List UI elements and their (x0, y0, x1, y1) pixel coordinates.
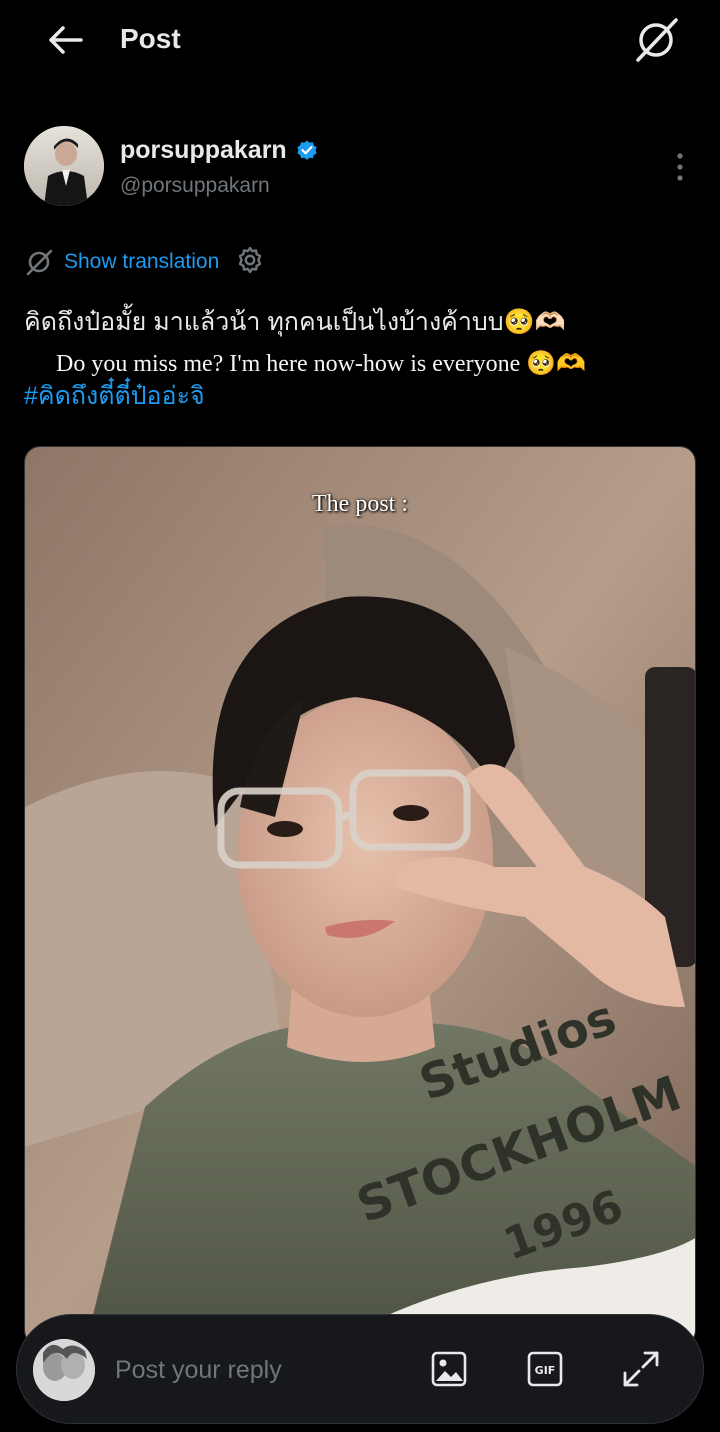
arrow-left-icon (49, 26, 83, 54)
grok-icon (636, 18, 678, 62)
verified-badge-icon (297, 140, 317, 160)
add-image-button[interactable] (427, 1347, 471, 1391)
overlay-subtitle: Do you miss me? I'm here now-how is ever… (56, 351, 586, 377)
translation-settings-button[interactable] (235, 245, 265, 280)
author-handle[interactable]: @porsuppakarn (120, 171, 270, 201)
expand-reply-button[interactable] (619, 1347, 663, 1391)
back-button[interactable] (40, 18, 90, 62)
page-title: Post (120, 23, 181, 54)
top-bar: Post (0, 0, 720, 80)
gif-icon: GIF (527, 1351, 563, 1387)
author-name[interactable]: porsuppakarn (120, 134, 287, 166)
post-text: คิดถึงป๋อมั้ย มาแล้วน้า ทุกคนเป็นไงบ้างค… (24, 308, 566, 336)
reply-input[interactable] (113, 1349, 407, 1391)
selfie-photo: Studios STOCKHOLM 1996 (25, 447, 695, 1345)
gif-label: GIF (535, 1364, 556, 1377)
grok-button[interactable] (630, 14, 682, 66)
show-translation-link[interactable]: Show translation (64, 250, 219, 274)
image-icon (431, 1351, 467, 1387)
hashtag-link[interactable]: #คิดถึงตี๋ตี๋ป๋ออ่ะจิ (24, 378, 205, 414)
author-name-row[interactable]: porsuppakarn (120, 134, 319, 166)
author-avatar[interactable] (24, 126, 104, 206)
reply-bar: GIF (16, 1314, 704, 1424)
expand-icon (623, 1351, 659, 1387)
user-avatar[interactable] (33, 1339, 95, 1401)
image-caption: The post : (312, 491, 408, 517)
translation-row: Show translation (24, 242, 265, 282)
more-options-button[interactable] (664, 148, 696, 186)
post-image[interactable]: Studios STOCKHOLM 1996 The post : (24, 446, 696, 1346)
more-vertical-icon (677, 153, 683, 181)
add-gif-button[interactable]: GIF (523, 1347, 567, 1391)
grok-translate-icon (26, 249, 53, 276)
gear-icon (239, 246, 262, 273)
